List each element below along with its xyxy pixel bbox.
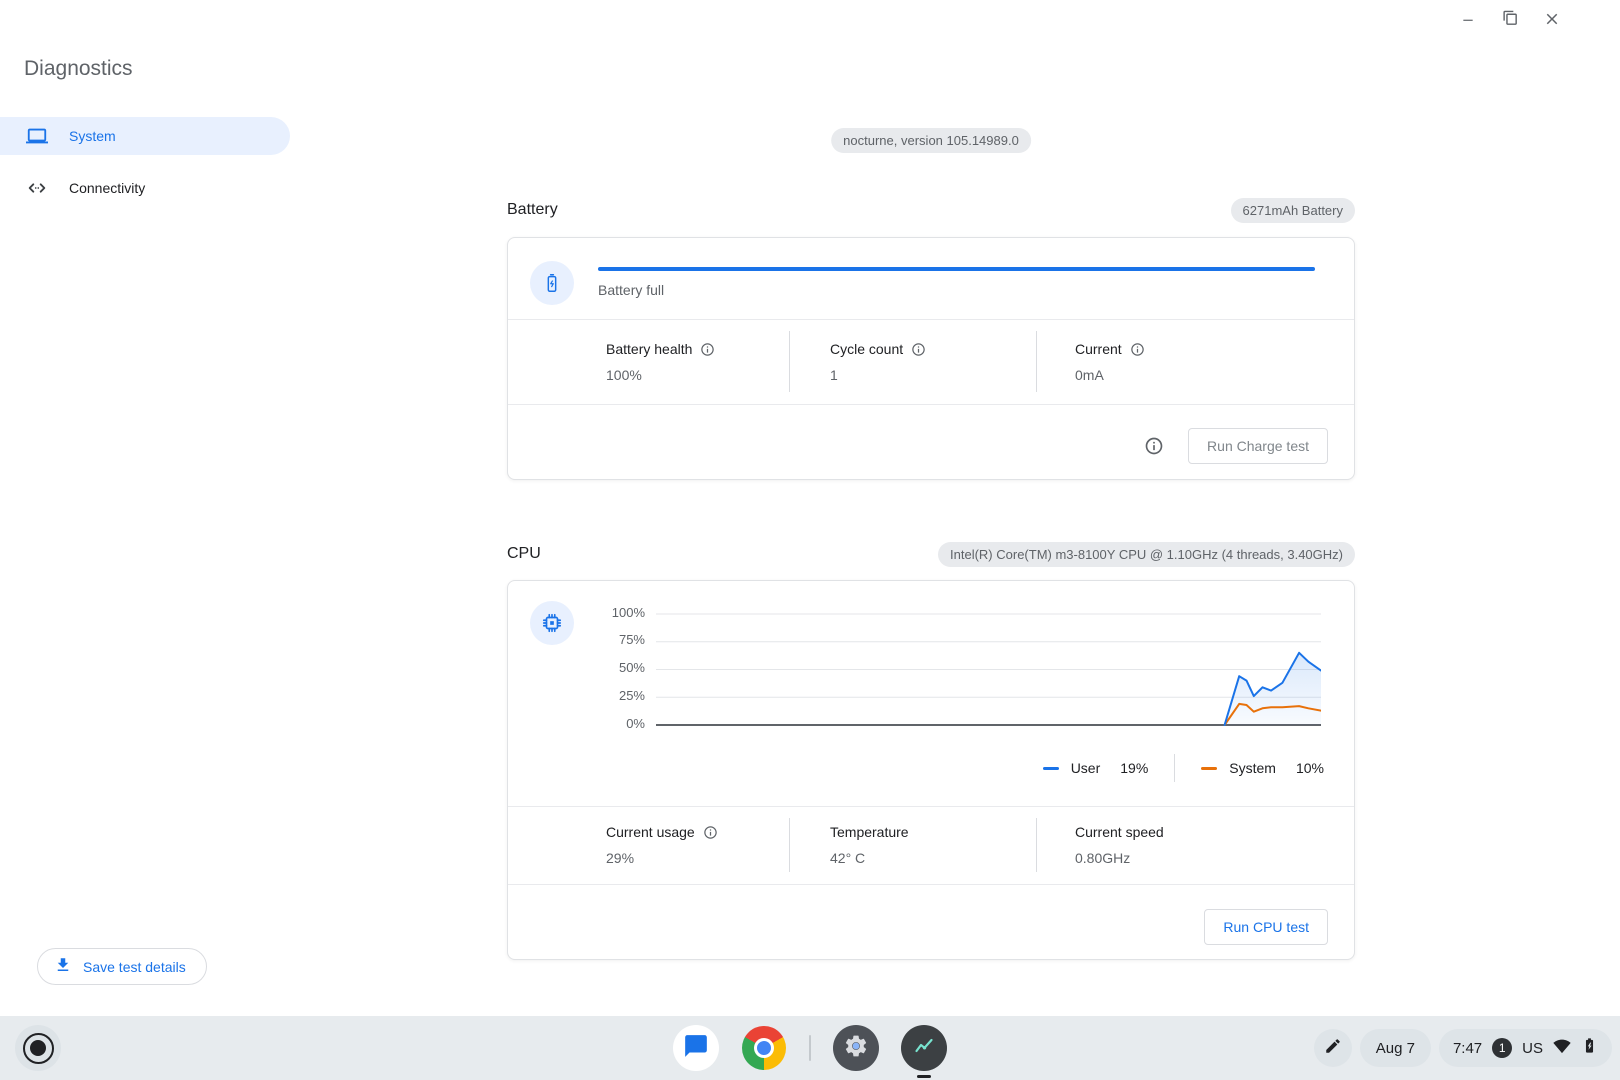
cpu-speed-stat: Current speed 0.80GHz	[1037, 806, 1354, 884]
y-axis-tick: 100%	[595, 605, 645, 620]
y-axis-tick: 50%	[595, 660, 645, 675]
run-cpu-test-button[interactable]: Run CPU test	[1204, 909, 1328, 945]
run-charge-test-button[interactable]: Run Charge test	[1188, 428, 1328, 464]
legend-label: User	[1071, 760, 1101, 776]
sidebar-item-connectivity[interactable]: Connectivity	[0, 169, 290, 207]
stat-value: 0mA	[1075, 367, 1354, 383]
app-diagnostics[interactable]	[901, 1025, 947, 1071]
app-messages[interactable]	[673, 1025, 719, 1071]
legend-system: System 10%	[1201, 760, 1324, 776]
shelf-date: Aug 7	[1376, 1040, 1415, 1057]
stat-label: Battery health	[606, 341, 692, 357]
sidebar-item-system[interactable]: System	[0, 117, 290, 155]
y-axis-tick: 0%	[595, 716, 645, 731]
wifi-icon	[1553, 1037, 1571, 1060]
stat-value: 0.80GHz	[1075, 850, 1354, 866]
battery-spec-badge: 6271mAh Battery	[1231, 198, 1355, 223]
window-controls	[1458, 10, 1562, 30]
status-tray[interactable]: 7:47 1 US	[1439, 1029, 1612, 1067]
divider	[1174, 754, 1175, 782]
y-axis-tick: 25%	[595, 688, 645, 703]
y-axis-tick: 75%	[595, 632, 645, 647]
minimize-icon	[1460, 11, 1476, 30]
current-stat: Current 0mA	[1037, 319, 1354, 404]
close-icon	[1543, 10, 1561, 31]
sidebar: System Connectivity	[0, 117, 290, 207]
app-settings[interactable]	[833, 1025, 879, 1071]
minimize-button[interactable]	[1458, 10, 1478, 30]
cpu-stats-row: Current usage 29% Temperature 42° C Curr…	[508, 806, 1354, 884]
chrome-icon	[742, 1026, 786, 1070]
stat-label: Cycle count	[830, 341, 903, 357]
user-series-swatch	[1043, 767, 1059, 770]
restore-button[interactable]	[1500, 10, 1520, 30]
keyboard-locale: US	[1522, 1040, 1543, 1057]
shelf-status-area: Aug 7 7:47 1 US	[1314, 1016, 1612, 1080]
battery-icon	[530, 261, 574, 305]
cpu-card: 100% 75% 50% 25% 0% User 19%	[507, 580, 1355, 960]
battery-section-header: Battery 6271mAh Battery	[507, 196, 1355, 224]
battery-section-title: Battery	[507, 201, 558, 219]
connectivity-icon	[26, 177, 48, 199]
legend-value: 19%	[1120, 760, 1148, 776]
battery-status-text: Battery full	[598, 282, 664, 298]
calendar-date-button[interactable]: Aug 7	[1360, 1029, 1431, 1067]
info-icon[interactable]	[700, 342, 715, 357]
battery-stats-row: Battery health 100% Cycle count 1 Curren…	[508, 319, 1354, 404]
sidebar-item-label: Connectivity	[69, 180, 145, 196]
battery-health-stat: Battery health 100%	[508, 319, 789, 404]
stylus-icon	[1324, 1037, 1342, 1060]
system-series-swatch	[1201, 767, 1217, 770]
stat-label: Current	[1075, 341, 1122, 357]
legend-label: System	[1229, 760, 1276, 776]
divider	[508, 404, 1354, 405]
stylus-tools-button[interactable]	[1314, 1029, 1352, 1067]
close-button[interactable]	[1542, 10, 1562, 30]
stat-value: 29%	[606, 850, 789, 866]
cpu-legend: User 19% System 10%	[1043, 753, 1324, 783]
shelf: Aug 7 7:47 1 US	[0, 1016, 1620, 1080]
stat-label: Current speed	[1075, 824, 1164, 840]
page-title: Diagnostics	[24, 57, 133, 81]
legend-value: 10%	[1296, 760, 1324, 776]
cpu-spec-badge: Intel(R) Core(TM) m3-8100Y CPU @ 1.10GHz…	[938, 542, 1355, 567]
divider	[508, 884, 1354, 885]
restore-icon	[1502, 10, 1519, 30]
shelf-divider	[809, 1035, 811, 1061]
stat-label: Current usage	[606, 824, 695, 840]
stat-value: 1	[830, 367, 1036, 383]
cpu-usage-stat: Current usage 29%	[508, 806, 789, 884]
cpu-section-title: CPU	[507, 545, 541, 563]
info-icon[interactable]	[703, 825, 718, 840]
notification-counter: 1	[1492, 1038, 1512, 1058]
laptop-icon	[26, 125, 48, 147]
info-icon[interactable]	[1130, 342, 1145, 357]
legend-user: User 19%	[1043, 760, 1149, 776]
cycle-count-stat: Cycle count 1	[790, 319, 1036, 404]
save-test-details-label: Save test details	[83, 959, 186, 975]
cpu-usage-chart-area	[656, 613, 1321, 726]
stat-label: Temperature	[830, 824, 909, 840]
cpu-usage-chart	[656, 613, 1321, 726]
cpu-chip-icon	[530, 601, 574, 645]
battery-charging-icon	[1581, 1037, 1598, 1059]
info-icon[interactable]	[911, 342, 926, 357]
stat-value: 42° C	[830, 850, 1036, 866]
cpu-temperature-stat: Temperature 42° C	[790, 806, 1036, 884]
battery-level-bar	[598, 267, 1315, 271]
diagnostics-chart-icon	[912, 1034, 936, 1063]
sidebar-item-label: System	[69, 128, 116, 144]
battery-card: Battery full Battery health 100% Cycle c…	[507, 237, 1355, 480]
main-content: nocturne, version 105.14989.0 Battery 62…	[507, 0, 1355, 1016]
board-version-badge: nocturne, version 105.14989.0	[831, 128, 1031, 153]
stat-value: 100%	[606, 367, 789, 383]
info-icon[interactable]	[1144, 436, 1164, 456]
download-icon	[54, 956, 72, 977]
app-chrome[interactable]	[741, 1025, 787, 1071]
gear-icon	[843, 1033, 869, 1064]
cpu-section-header: CPU Intel(R) Core(TM) m3-8100Y CPU @ 1.1…	[507, 540, 1355, 568]
save-test-details-button[interactable]: Save test details	[37, 948, 207, 985]
shelf-time: 7:47	[1453, 1040, 1482, 1057]
messages-icon	[683, 1033, 709, 1064]
